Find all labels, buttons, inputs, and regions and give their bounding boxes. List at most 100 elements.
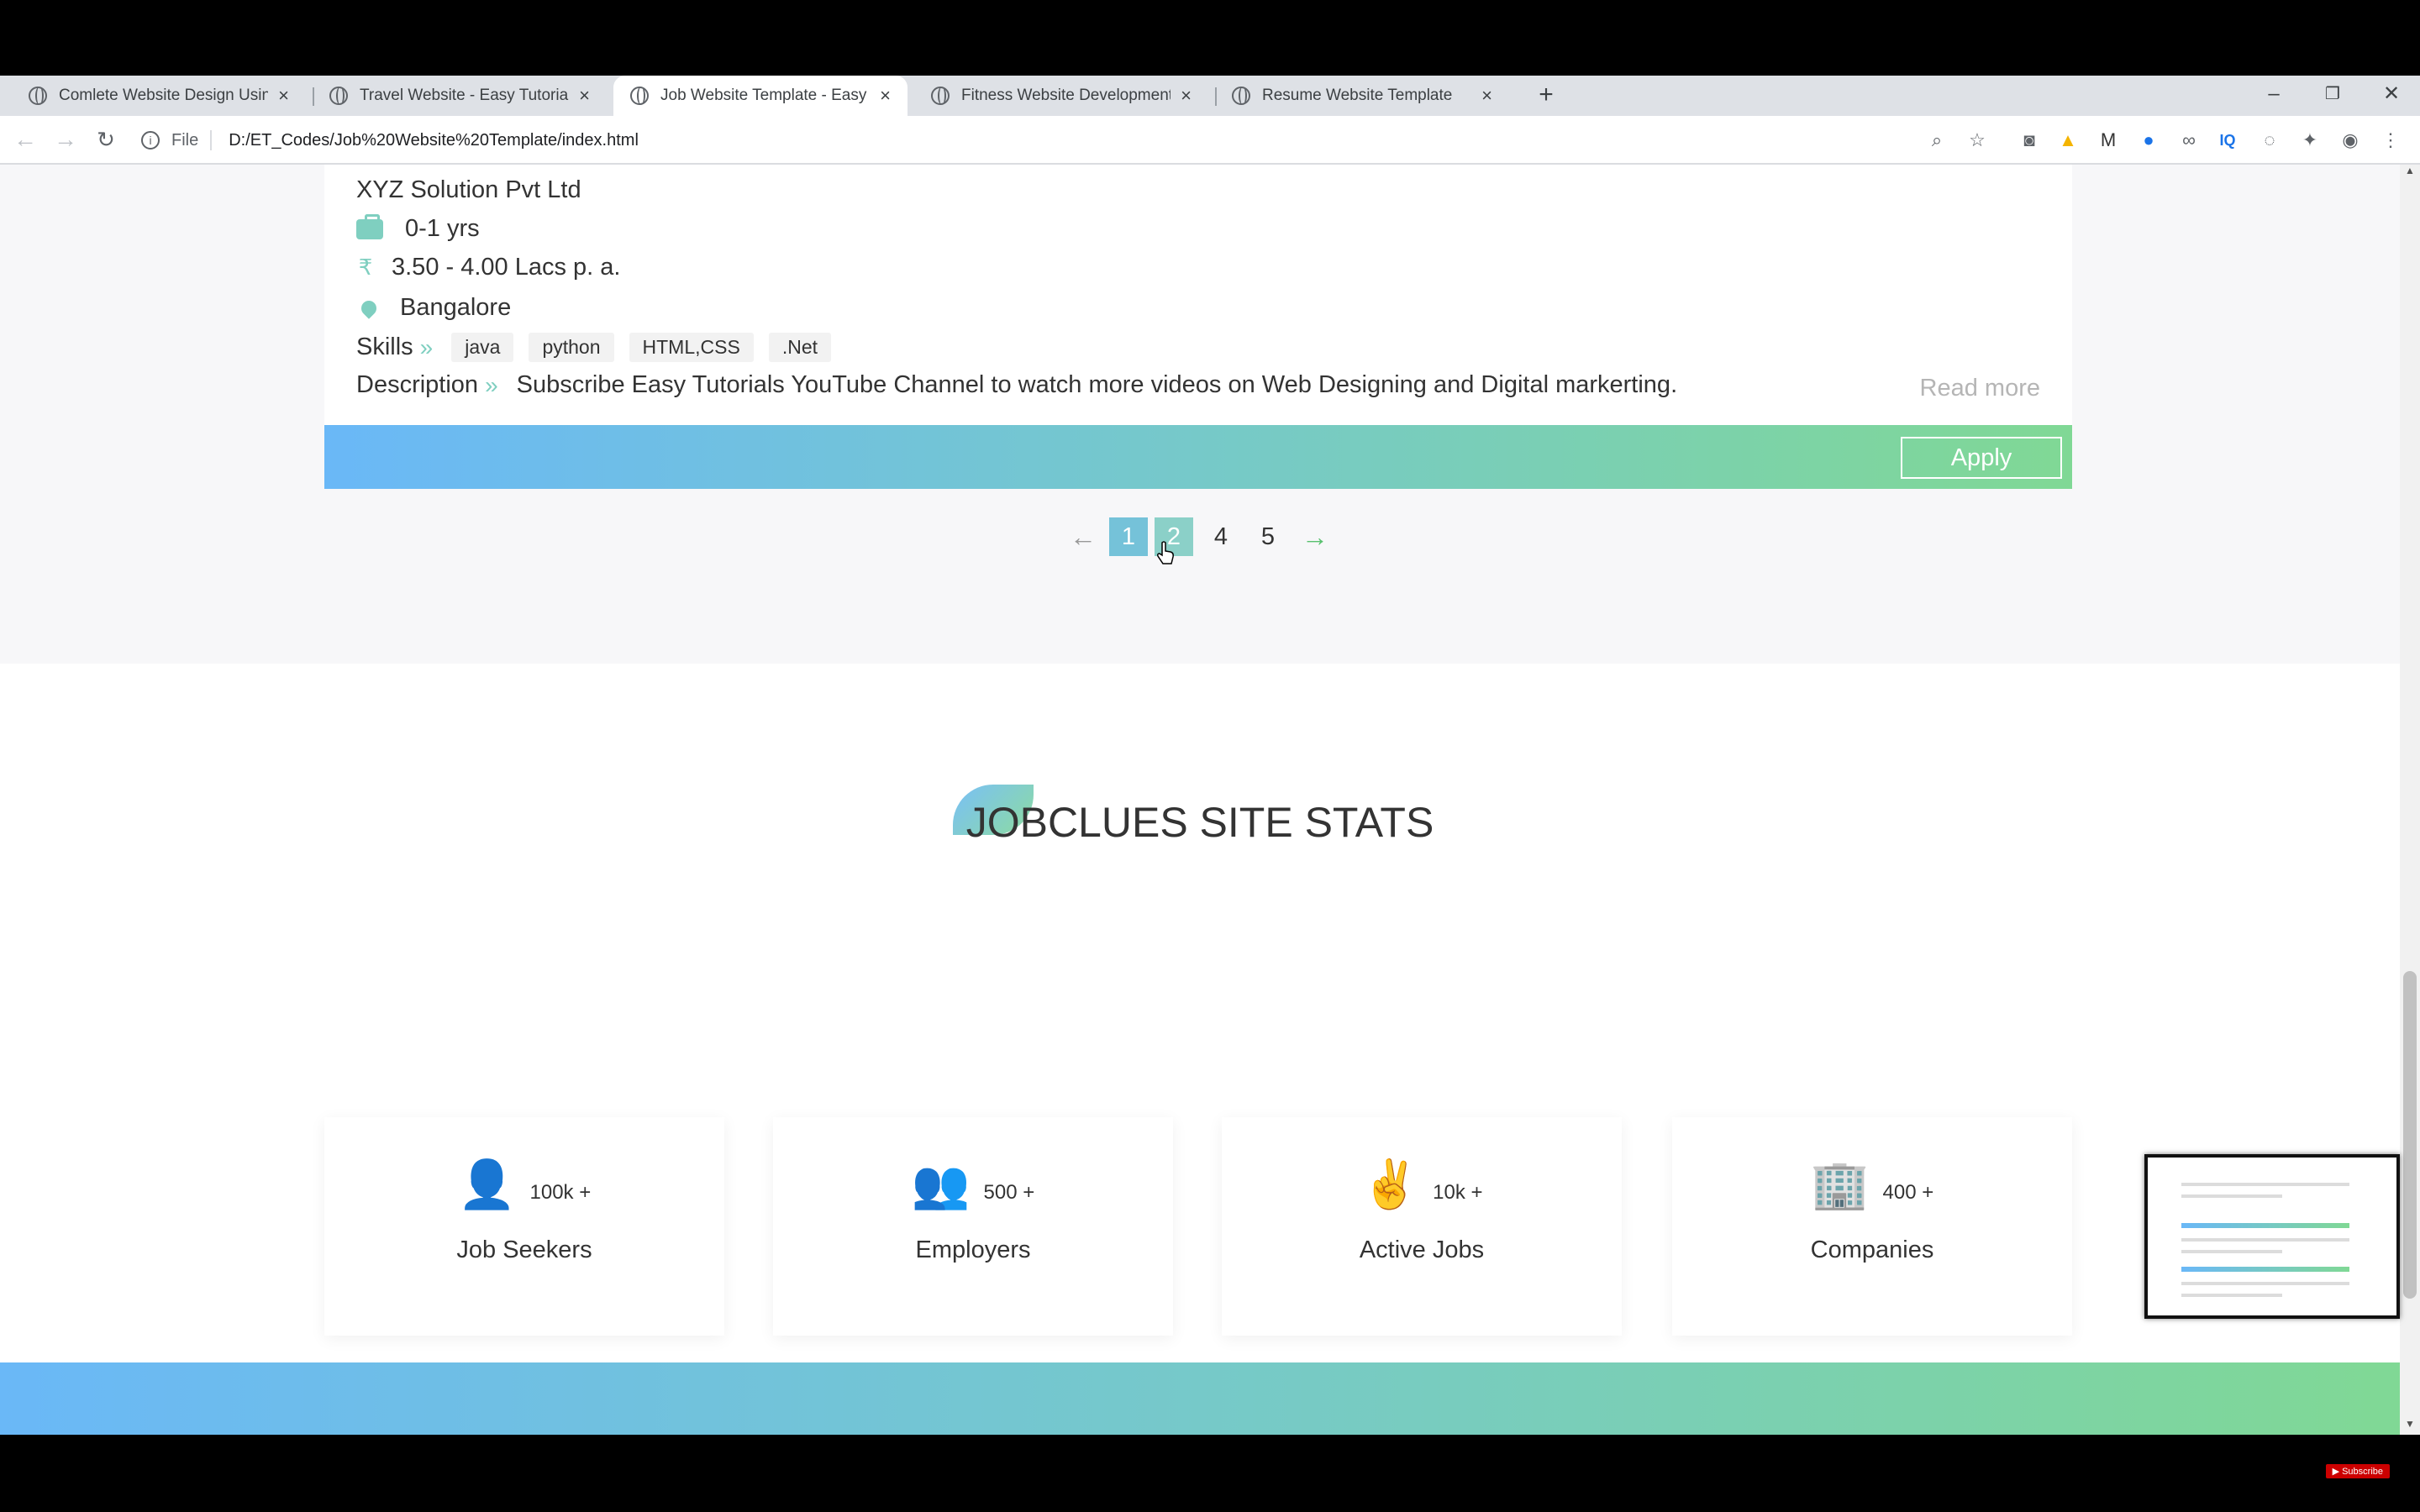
read-more-link[interactable]: Read more xyxy=(1920,375,2040,402)
skill-tag: java xyxy=(451,333,514,362)
globe-icon xyxy=(931,87,950,105)
tab-strip: Comlete Website Design Using H × Travel … xyxy=(0,76,2420,116)
gmail-extension-icon[interactable]: M xyxy=(2096,128,2121,153)
thumbnail-line xyxy=(2181,1223,2349,1228)
video-letterbox-bottom: ▶ Subscribe xyxy=(0,1435,2420,1512)
link-extension-icon[interactable]: ∞ xyxy=(2176,128,2202,153)
skills-row: Skills » java python HTML,CSS .Net xyxy=(356,333,831,362)
location-pin-icon xyxy=(358,297,380,319)
scrollbar-thumb[interactable] xyxy=(2403,971,2417,1299)
stat-count: 400 + xyxy=(1882,1181,1934,1204)
tab-title: Job Website Template - Easy Tut xyxy=(660,87,870,104)
close-window-button[interactable]: ✕ xyxy=(2366,76,2417,116)
close-tab-icon[interactable]: × xyxy=(1481,85,1492,107)
tab-fitness-website[interactable]: Fitness Website Development × xyxy=(914,76,1208,116)
apply-bar: Apply xyxy=(324,425,2072,489)
tab-title: Fitness Website Development xyxy=(961,87,1171,104)
screen: Comlete Website Design Using H × Travel … xyxy=(0,0,2420,1512)
scroll-down-arrow-icon[interactable]: ▼ xyxy=(2400,1418,2420,1435)
info-icon[interactable]: i xyxy=(141,131,160,150)
stat-label: Job Seekers xyxy=(456,1236,592,1263)
skill-tag: .Net xyxy=(768,333,831,362)
building-icon: 🏢 xyxy=(1810,1158,1870,1210)
stat-card-employers: 👥 500 + Employers xyxy=(773,1117,1173,1336)
double-chevron-icon: » xyxy=(419,333,433,360)
circle-extension-icon[interactable]: ◌ xyxy=(2257,128,2282,153)
close-tab-icon[interactable]: × xyxy=(1181,85,1192,107)
apply-button[interactable]: Apply xyxy=(1901,437,2062,479)
thumbnail-line xyxy=(2181,1250,2282,1253)
pagination-page-1[interactable]: 1 xyxy=(1109,517,1148,556)
thumbnail-line xyxy=(2181,1238,2349,1242)
globe-icon xyxy=(29,87,47,105)
stat-header: ✌ 10k + xyxy=(1222,1159,1622,1210)
double-chevron-icon: » xyxy=(485,371,497,398)
tab-resume-website[interactable]: Resume Website Template × xyxy=(1215,76,1509,116)
tab-title: Comlete Website Design Using H xyxy=(59,87,269,104)
thumbnail-line xyxy=(2181,1294,2282,1297)
page-scrollbar[interactable]: ▲ ▼ xyxy=(2400,165,2420,1435)
stat-header: 👥 500 + xyxy=(773,1159,1173,1210)
stat-label: Active Jobs xyxy=(1359,1236,1485,1263)
skills-label: Skills xyxy=(356,333,413,360)
tab-travel-website[interactable]: Travel Website - Easy Tutorials × xyxy=(313,76,607,116)
skill-tag: python xyxy=(529,333,614,362)
salary-row: ₹ 3.50 - 4.00 Lacs p. a. xyxy=(356,254,621,281)
stat-header: 👤 100k + xyxy=(324,1159,724,1210)
stat-count: 10k + xyxy=(1433,1181,1483,1204)
pagination-prev-arrow[interactable]: ← xyxy=(1062,517,1104,556)
iq-extension-icon[interactable]: IQ xyxy=(2215,128,2240,153)
tab-website-design[interactable]: Comlete Website Design Using H × xyxy=(12,76,306,116)
profile-avatar-icon[interactable]: ◉ xyxy=(2338,128,2363,153)
description-row: Description » Subscribe Easy Tutorials Y… xyxy=(356,371,1677,399)
restore-button[interactable]: ❐ xyxy=(2307,76,2358,116)
thumbnail-line xyxy=(2181,1183,2349,1186)
globe-icon xyxy=(329,87,348,105)
close-tab-icon[interactable]: × xyxy=(579,85,590,107)
camera-extension-icon[interactable]: ◙ xyxy=(2017,128,2042,153)
minimize-button[interactable]: – xyxy=(2249,76,2299,116)
zoom-icon[interactable]: ⌕ xyxy=(1924,128,1949,153)
new-tab-button[interactable]: + xyxy=(1531,76,1561,116)
stat-count: 500 + xyxy=(983,1181,1035,1204)
experience-row: 0-1 yrs xyxy=(356,213,480,243)
thumbnail-line xyxy=(2181,1267,2349,1272)
puzzle-extensions-icon[interactable]: ✦ xyxy=(2297,128,2323,153)
url-text[interactable]: D:/ET_Codes/Job%20Website%20Template/ind… xyxy=(229,131,639,150)
hand-icon: ✌ xyxy=(1360,1158,1420,1210)
thumbnail-line xyxy=(2181,1282,2349,1285)
salary-value: 3.50 - 4.00 Lacs p. a. xyxy=(392,254,621,281)
close-tab-icon[interactable]: × xyxy=(278,85,289,107)
browser-toolbar: ← → ↻ i File D:/ET_Codes/Job%20Website%2… xyxy=(0,116,2420,165)
tab-job-website[interactable]: Job Website Template - Easy Tut × xyxy=(613,76,908,116)
bell-extension-icon[interactable]: ▲ xyxy=(2055,128,2081,153)
location-value: Bangalore xyxy=(400,294,512,321)
blue-extension-icon[interactable]: ● xyxy=(2136,128,2161,153)
scroll-up-arrow-icon[interactable]: ▲ xyxy=(2400,165,2420,181)
thumbnail-line xyxy=(2181,1194,2282,1198)
address-bar[interactable]: i File D:/ET_Codes/Job%20Website%20Templ… xyxy=(141,123,639,158)
pagination-next-arrow[interactable]: → xyxy=(1294,517,1336,556)
location-row: Bangalore xyxy=(356,294,511,322)
forward-icon[interactable]: → xyxy=(49,123,82,156)
stats-title: JOBCLUES SITE STATS xyxy=(965,799,1434,846)
user-icon: 👤 xyxy=(457,1158,517,1210)
scheme-label: File xyxy=(171,130,199,150)
reload-icon[interactable]: ↻ xyxy=(89,123,123,156)
close-tab-icon[interactable]: × xyxy=(880,85,891,107)
site-stats-section: JOBCLUES SITE STATS 👤 100k + Job Seekers… xyxy=(0,664,2400,1435)
bookmark-star-icon[interactable]: ☆ xyxy=(1965,128,1990,153)
back-icon[interactable]: ← xyxy=(8,123,42,156)
stat-label: Employers xyxy=(915,1236,1031,1263)
company-name: XYZ Solution Pvt Ltd xyxy=(356,176,581,203)
employers-icon: 👥 xyxy=(911,1158,971,1210)
pagination-page-4[interactable]: 4 xyxy=(1202,517,1240,556)
description-label: Description xyxy=(356,371,479,398)
hand-cursor-icon xyxy=(1157,541,1174,564)
stat-label: Companies xyxy=(1810,1236,1934,1263)
address-separator xyxy=(210,130,213,150)
pagination-page-5[interactable]: 5 xyxy=(1249,517,1287,556)
menu-kebab-icon[interactable]: ⋮ xyxy=(2378,128,2403,153)
globe-icon xyxy=(630,87,649,105)
youtube-subscribe-badge[interactable]: ▶ Subscribe xyxy=(2325,1464,2390,1478)
